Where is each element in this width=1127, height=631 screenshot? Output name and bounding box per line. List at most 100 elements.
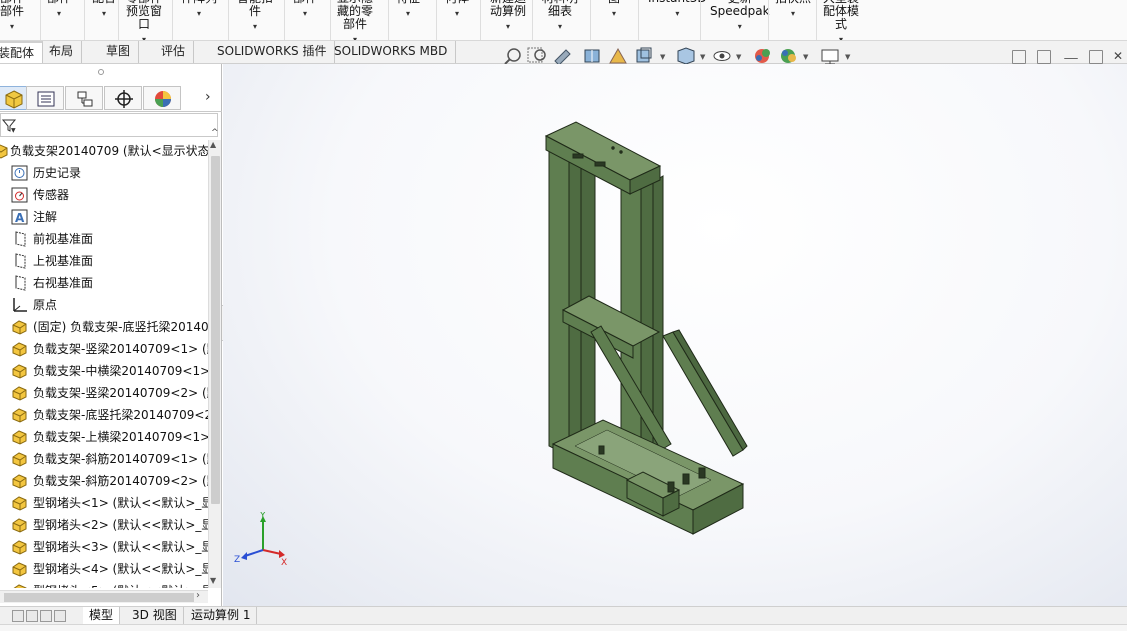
tree-item[interactable]: 传感器 [0, 184, 208, 206]
display-manager-tab[interactable] [143, 86, 181, 110]
panel-grip-handle[interactable] [98, 69, 104, 75]
load-support-frame-model[interactable] [544, 121, 748, 535]
dropdown-arrow-icon[interactable]: ▾ [237, 20, 273, 33]
last-tab-icon[interactable] [54, 610, 66, 622]
tree-horizontal-scrollbar[interactable]: › [0, 590, 208, 603]
collapse-caret-icon[interactable]: ^ [211, 128, 219, 138]
graphics-area[interactable]: Y X Z [223, 64, 1127, 606]
ribbon-button-4[interactable]: 件阵列 ▾ [181, 0, 217, 20]
ribbon-button-10[interactable]: 新建运动算例▾ [490, 0, 526, 33]
dynamic-annotation-icon[interactable] [609, 47, 627, 64]
ribbon-button-14[interactable]: 更新Speedpak▾ [710, 0, 770, 33]
tree-item[interactable]: 上视基准面 [0, 250, 208, 272]
dropdown-arrow-icon[interactable]: ▾ [542, 20, 578, 33]
vertical-scroll-thumb[interactable] [211, 156, 220, 504]
tree-item[interactable]: 负载支架-中横梁20140709<1> [0, 360, 208, 382]
tree-item[interactable]: 右视基准面 [0, 272, 208, 294]
ribbon-button-5[interactable]: 智能扣件▾ [237, 0, 273, 33]
property-manager-tab[interactable] [26, 86, 64, 110]
ribbon-button-1[interactable]: 部件 ▾ [47, 0, 71, 20]
tab-4[interactable]: SOLIDWORKS 插件 [209, 41, 336, 63]
dropdown-arrow-icon[interactable]: ▾ [490, 20, 526, 33]
first-tab-icon[interactable] [12, 610, 24, 622]
ribbon-button-16[interactable]: 大型装配体模式▾ [823, 0, 859, 40]
tree-item[interactable]: 前视基准面 [0, 228, 208, 250]
ribbon-button-6[interactable]: 部件 ▾ [293, 0, 317, 20]
tree-item[interactable]: A 注解 [0, 206, 208, 228]
tree-item[interactable]: 历史记录 [0, 162, 208, 184]
edit-appearance-icon[interactable] [755, 49, 770, 63]
chevron-right-icon[interactable]: › [205, 89, 211, 105]
tab-5[interactable]: SOLIDWORKS MBD [326, 41, 457, 63]
tree-root-assembly[interactable]: 负载支架20140709 (默认<显示状态 [0, 140, 208, 162]
tree-item[interactable]: 型钢堵头<4> (默认<<默认>_显 [0, 558, 208, 580]
filter-funnel-icon[interactable]: ▼ [2, 117, 18, 133]
maximize-icon[interactable] [1089, 50, 1103, 64]
dropdown-arrow-icon[interactable]: ▾ [648, 7, 707, 20]
prev-tab-icon[interactable] [26, 610, 38, 622]
ribbon-button-13[interactable]: Instant3D ▾ [648, 0, 707, 20]
dropdown-arrow-icon[interactable]: ▾ [0, 20, 24, 33]
dropdown-arrow-icon[interactable]: ▾ [608, 7, 620, 20]
assembly-model-view[interactable] [223, 64, 1127, 606]
tree-item[interactable]: 型钢堵头<5> (默认<<默认>_显 [0, 580, 208, 588]
ribbon-button-0[interactable]: 部件部件▾ [0, 0, 24, 33]
ribbon-button-15[interactable]: 拍快照 ▾ [775, 0, 811, 20]
minimize-icon[interactable] [1064, 50, 1078, 59]
ribbon-button-12[interactable]: 图▾ [608, 0, 620, 20]
tree-item[interactable]: 负载支架-竖梁20140709<2> (默 [0, 382, 208, 404]
filter-bar[interactable]: ▼ [0, 113, 218, 137]
left-vertical-beam[interactable] [548, 141, 570, 457]
zoom-to-area-icon[interactable] [527, 47, 546, 63]
dropdown-arrow-icon[interactable]: ▾ [445, 7, 469, 20]
ribbon-button-7[interactable]: 显示隐藏的零部件▾ [337, 0, 373, 40]
dropdown-arrow-icon[interactable]: ▾ [775, 7, 811, 20]
view-settings-icon[interactable] [821, 49, 839, 65]
tab-2[interactable]: 草图 [98, 41, 140, 63]
restore-panel-icon[interactable] [1012, 50, 1026, 64]
tree-item[interactable]: 负载支架-竖梁20140709<1> (默 [0, 338, 208, 360]
scroll-down-icon[interactable]: ▼ [210, 576, 216, 585]
tree-item[interactable]: 负载支架-斜筋20140709<1> (默 [0, 448, 208, 470]
section-view-icon[interactable] [584, 49, 600, 63]
dimxpert-manager-tab[interactable] [104, 86, 142, 110]
tree-item[interactable]: 负载支架-上横梁20140709<1> [0, 426, 208, 448]
tree-item[interactable]: 原点 [0, 294, 208, 316]
previous-view-icon[interactable] [554, 49, 571, 66]
tile-panel-icon[interactable] [1037, 50, 1051, 64]
tree-item[interactable]: (固定) 负载支架-底竖托梁20140709 [0, 316, 208, 338]
tree-item[interactable]: 负载支架-斜筋20140709<2> (默 [0, 470, 208, 492]
dropdown-arrow-icon[interactable]: ▾ [396, 7, 420, 20]
bottom-tab-0[interactable]: 模型 [83, 607, 121, 625]
tree-vertical-scrollbar[interactable]: ▲ ▼ [208, 140, 221, 588]
tree-item[interactable]: 负载支架-底竖托梁20140709<2> [0, 404, 208, 426]
dropdown-arrow-icon[interactable]: ▾ [126, 33, 162, 40]
tab-0[interactable]: 装配体 [0, 41, 44, 63]
ribbon-button-11[interactable]: 材料明细表▾ [542, 0, 578, 33]
dropdown-arrow-icon[interactable]: ▾ [92, 7, 116, 20]
ribbon-button-8[interactable]: 特征 ▾ [396, 0, 420, 20]
tab-1[interactable]: 布局 [41, 41, 83, 63]
view-orientation-icon[interactable] [636, 47, 652, 63]
tree-item[interactable]: 型钢堵头<1> (默认<<默认>_显 [0, 492, 208, 514]
next-tab-icon[interactable] [40, 610, 52, 622]
tab-3[interactable]: 评估 [153, 41, 195, 63]
zoom-to-fit-icon[interactable] [504, 48, 521, 65]
dropdown-arrow-icon[interactable]: ▾ [293, 7, 317, 20]
ribbon-button-3[interactable]: 零部件预览窗口▾ [126, 0, 162, 40]
tree-item[interactable]: 型钢堵头<3> (默认<<默认>_显 [0, 536, 208, 558]
tree-item[interactable]: 型钢堵头<2> (默认<<默认>_显 [0, 514, 208, 536]
dropdown-arrow-icon[interactable]: ▾ [337, 33, 373, 40]
bottom-tab-1[interactable]: 3D 视图 [126, 607, 184, 625]
ribbon-button-9[interactable]: 何体 ▾ [445, 0, 469, 20]
diagonal-rib-2[interactable] [662, 331, 744, 457]
ribbon-button-2[interactable]: 配合 ▾ [92, 0, 116, 20]
display-style-icon[interactable] [677, 47, 695, 65]
bottom-tab-2[interactable]: 运动算例 1 [185, 607, 258, 625]
dropdown-arrow-icon[interactable]: ▾ [710, 20, 770, 33]
dropdown-arrow-icon[interactable]: ▾ [823, 33, 859, 40]
scroll-up-icon[interactable]: ▲ [210, 140, 216, 149]
dropdown-arrow-icon[interactable]: ▾ [47, 7, 71, 20]
dropdown-arrow-icon[interactable]: ▾ [181, 7, 217, 20]
hide-show-items-icon[interactable] [713, 51, 731, 61]
